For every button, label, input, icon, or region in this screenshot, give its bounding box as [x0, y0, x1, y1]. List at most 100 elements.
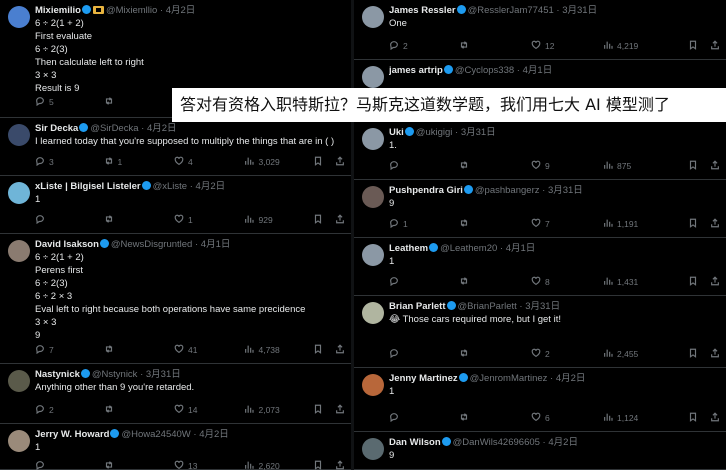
share-button[interactable]: [710, 348, 720, 360]
share-button[interactable]: [710, 40, 720, 52]
bookmark-button[interactable]: [313, 404, 323, 416]
retweet-button[interactable]: [459, 40, 531, 52]
avatar[interactable]: [8, 124, 30, 146]
like-button[interactable]: 7: [531, 218, 603, 230]
share-button[interactable]: [710, 218, 720, 230]
bookmark-button[interactable]: [313, 460, 323, 470]
tweet[interactable]: Brian Parlett @BrianParlett · 3月31日 😂 Thos…: [354, 296, 726, 368]
avatar[interactable]: [8, 240, 30, 262]
avatar[interactable]: [362, 6, 384, 28]
handle[interactable]: @Howa24540W: [121, 429, 190, 440]
reply-button[interactable]: [389, 276, 459, 288]
handle[interactable]: @Nstynick: [92, 369, 138, 380]
reply-button[interactable]: [389, 348, 459, 360]
avatar[interactable]: [8, 430, 30, 452]
tweet[interactable]: Sir Decka @SirDecka · 4月2日 I learned today…: [0, 118, 351, 176]
avatar[interactable]: [8, 182, 30, 204]
avatar[interactable]: [362, 244, 384, 266]
like-button[interactable]: 41: [174, 344, 244, 356]
share-button[interactable]: [335, 214, 345, 226]
like-button[interactable]: 8: [531, 276, 603, 288]
timestamp[interactable]: 4月2日: [548, 437, 578, 448]
timestamp[interactable]: 4月2日: [196, 181, 226, 192]
like-button[interactable]: 4: [174, 156, 244, 168]
bookmark-button[interactable]: [688, 218, 698, 230]
bookmark-button[interactable]: [688, 412, 698, 424]
bookmark-button[interactable]: [688, 276, 698, 288]
bookmark-button[interactable]: [688, 348, 698, 360]
reply-button[interactable]: 2: [35, 404, 104, 416]
avatar[interactable]: [362, 438, 384, 460]
share-button[interactable]: [710, 160, 720, 172]
display-name[interactable]: Jenny Martinez: [389, 373, 458, 384]
avatar[interactable]: [362, 374, 384, 396]
views-button[interactable]: 929: [244, 214, 313, 226]
timestamp[interactable]: 3月31日: [461, 127, 496, 138]
display-name[interactable]: james artrip: [389, 65, 443, 76]
like-button[interactable]: 13: [174, 460, 244, 470]
like-button[interactable]: 6: [531, 412, 603, 424]
timestamp[interactable]: 4月1日: [523, 65, 553, 76]
timestamp[interactable]: 3月31日: [548, 185, 583, 196]
tweet[interactable]: David Isakson @NewsDisgruntled · 4月1日 6 ÷ …: [0, 234, 351, 364]
retweet-button[interactable]: [104, 214, 174, 226]
views-button[interactable]: 1,191: [603, 218, 673, 230]
share-button[interactable]: [335, 344, 345, 356]
avatar[interactable]: [362, 302, 384, 324]
like-button[interactable]: 9: [531, 160, 603, 172]
timestamp[interactable]: 4月2日: [556, 373, 586, 384]
views-button[interactable]: 3,029: [244, 156, 313, 168]
display-name[interactable]: James Ressler: [389, 5, 456, 16]
tweet[interactable]: Uki @ukigigi · 3月31日 1. 9 875: [354, 122, 726, 180]
handle[interactable]: @pashbangerz: [475, 185, 540, 196]
handle[interactable]: @BrianParlett: [458, 301, 517, 312]
reply-button[interactable]: [389, 160, 459, 172]
reply-button[interactable]: 1: [389, 218, 459, 230]
timestamp[interactable]: 4月2日: [166, 5, 196, 16]
handle[interactable]: @DanWils42696605: [453, 437, 540, 448]
timestamp[interactable]: 3月31日: [562, 5, 597, 16]
avatar[interactable]: [362, 66, 384, 88]
like-button[interactable]: 12: [531, 40, 603, 52]
tweet[interactable]: James Ressler @ResslerJam77451 · 3月31日 One…: [354, 0, 726, 60]
bookmark-button[interactable]: [313, 344, 323, 356]
display-name[interactable]: David Isakson: [35, 239, 99, 250]
reply-button[interactable]: 2: [389, 40, 459, 52]
timestamp[interactable]: 4月1日: [506, 243, 536, 254]
handle[interactable]: @Leathem20: [440, 243, 497, 254]
retweet-button[interactable]: [459, 218, 531, 230]
display-name[interactable]: Jerry W. Howard: [35, 429, 109, 440]
bookmark-button[interactable]: [313, 214, 323, 226]
reply-button[interactable]: 7: [35, 344, 104, 356]
handle[interactable]: @ResslerJam77451: [468, 5, 554, 16]
avatar[interactable]: [362, 128, 384, 150]
handle[interactable]: @Cyclops338: [455, 65, 514, 76]
retweet-button[interactable]: [459, 412, 531, 424]
views-button[interactable]: 4,738: [244, 344, 313, 356]
share-button[interactable]: [710, 412, 720, 424]
retweet-button[interactable]: [104, 344, 174, 356]
reply-button[interactable]: [35, 214, 104, 226]
share-button[interactable]: [710, 276, 720, 288]
reply-button[interactable]: [389, 412, 459, 424]
retweet-button[interactable]: [104, 96, 174, 108]
display-name[interactable]: Pushpendra Giri: [389, 185, 463, 196]
display-name[interactable]: Leathem: [389, 243, 428, 254]
retweet-button[interactable]: [104, 460, 174, 470]
tweet[interactable]: xListe | Bilgisel Listeler @xListe · 4月2日…: [0, 176, 351, 234]
like-button[interactable]: 2: [531, 348, 603, 360]
display-name[interactable]: Nastynick: [35, 369, 80, 380]
display-name[interactable]: Mixiemilio: [35, 5, 81, 16]
bookmark-button[interactable]: [313, 156, 323, 168]
views-button[interactable]: 2,455: [603, 348, 673, 360]
tweet[interactable]: Leathem @Leathem20 · 4月1日 1 8 1,431: [354, 238, 726, 296]
handle[interactable]: @JenromMartinez: [470, 373, 548, 384]
tweet[interactable]: Jerry W. Howard @Howa24540W · 4月2日 1 13 2,62…: [0, 424, 351, 470]
handle[interactable]: @xListe: [153, 181, 187, 192]
share-button[interactable]: [335, 460, 345, 470]
retweet-button[interactable]: [459, 160, 531, 172]
avatar[interactable]: [362, 186, 384, 208]
tweet[interactable]: Nastynick @Nstynick · 3月31日 Anything other…: [0, 364, 351, 424]
display-name[interactable]: Sir Decka: [35, 123, 78, 134]
handle[interactable]: @NewsDisgruntled: [111, 239, 192, 250]
